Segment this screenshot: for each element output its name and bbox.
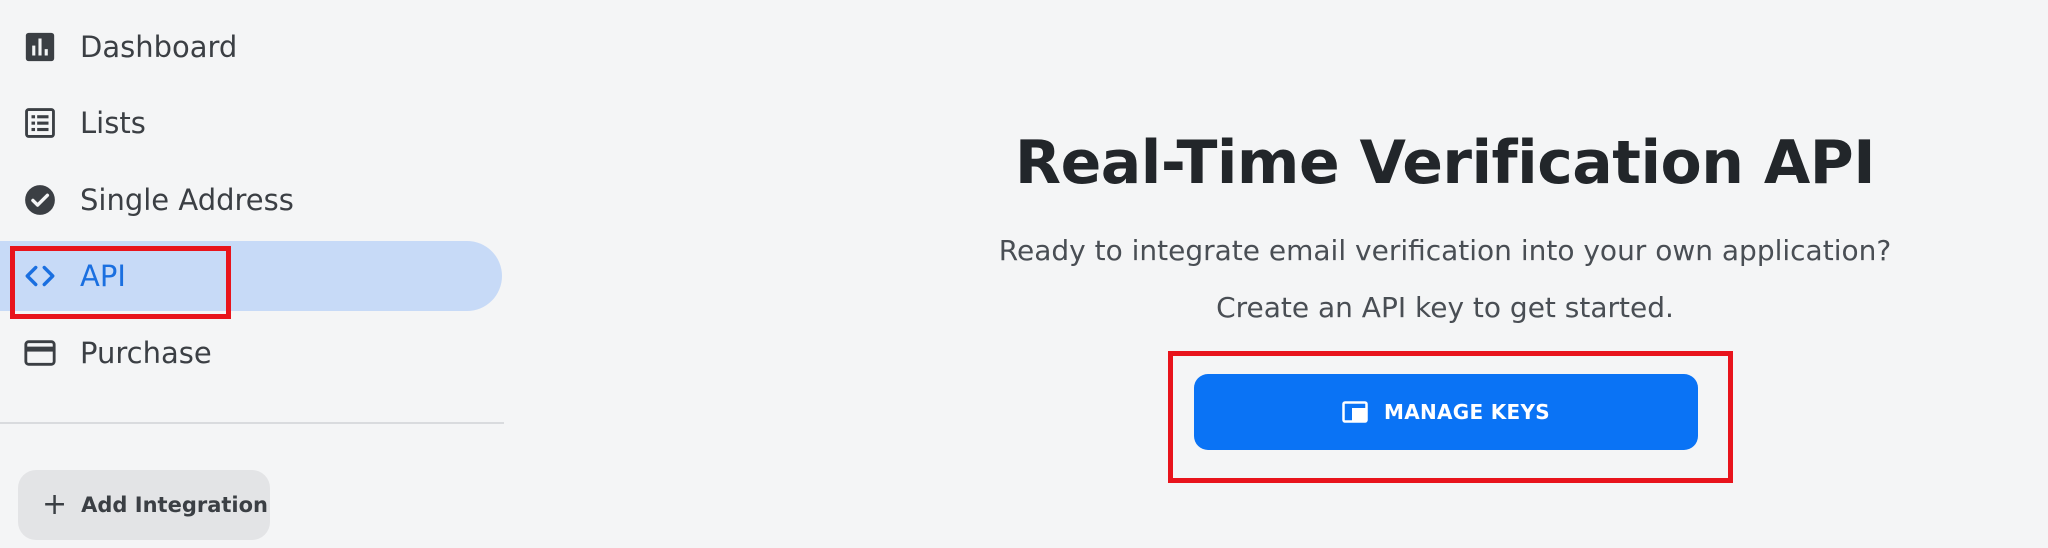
bar-chart-icon xyxy=(20,27,60,67)
sidebar-item-label: API xyxy=(80,259,126,293)
sidebar-item-label: Purchase xyxy=(80,336,212,370)
manage-keys-button[interactable]: MANAGE KEYS xyxy=(1194,374,1698,450)
add-integration-button[interactable]: + Add Integration xyxy=(18,470,270,540)
list-icon xyxy=(20,103,60,143)
folder-icon xyxy=(1342,401,1368,423)
manage-keys-label: MANAGE KEYS xyxy=(1384,400,1550,424)
code-icon xyxy=(20,256,60,296)
sidebar-item-label: Single Address xyxy=(80,183,294,217)
page-subtitle-secondary: Create an API key to get started. xyxy=(1216,291,1674,324)
sidebar: Dashboard Lists Single Address API Purch xyxy=(0,0,506,548)
sidebar-item-label: Dashboard xyxy=(80,30,238,64)
credit-card-icon xyxy=(20,333,60,373)
plus-icon: + xyxy=(42,487,68,522)
sidebar-item-lists[interactable]: Lists xyxy=(0,88,502,158)
sidebar-item-single-address[interactable]: Single Address xyxy=(0,165,502,235)
page-title: Real-Time Verification API xyxy=(1014,128,1876,198)
sidebar-item-purchase[interactable]: Purchase xyxy=(0,318,502,388)
sidebar-item-dashboard[interactable]: Dashboard xyxy=(0,12,502,82)
sidebar-divider xyxy=(0,422,504,424)
sidebar-item-api[interactable]: API xyxy=(0,241,502,311)
add-integration-label: Add Integration xyxy=(81,493,268,517)
app-window: Dashboard Lists Single Address API Purch xyxy=(0,0,2048,548)
sidebar-item-label: Lists xyxy=(80,106,146,140)
check-circle-icon xyxy=(20,180,60,220)
page-subtitle: Ready to integrate email verification in… xyxy=(998,234,1892,267)
